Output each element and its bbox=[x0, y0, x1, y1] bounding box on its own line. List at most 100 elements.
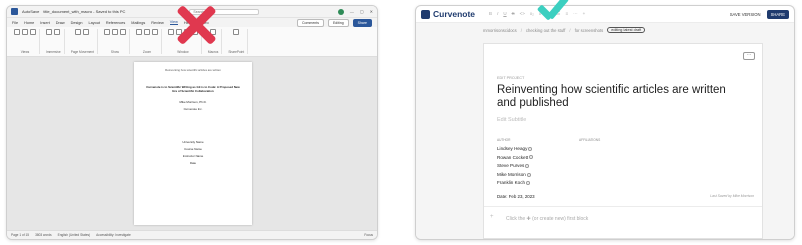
ribbon-group-zoom: Zoom bbox=[133, 29, 162, 54]
strikethrough-icon[interactable]: S bbox=[512, 11, 515, 17]
tab-mailings[interactable]: Mailings bbox=[131, 21, 145, 25]
breadcrumb-team[interactable]: mmorrisonscidocs bbox=[483, 28, 517, 33]
info-icon[interactable] bbox=[525, 163, 530, 168]
web-layout-icon[interactable] bbox=[30, 29, 36, 35]
ribbon-group-sharepoint: SharePoint bbox=[225, 29, 249, 54]
navigation-pane-checkbox[interactable] bbox=[119, 29, 126, 35]
document-name: title_document_with_macro - Saved to thi… bbox=[43, 9, 126, 14]
paper-institution: University Name bbox=[182, 140, 204, 144]
ribbon-group-views: Views bbox=[11, 29, 40, 54]
italic-icon[interactable]: I bbox=[497, 11, 498, 17]
more-options-icon[interactable]: ⋯ bbox=[743, 52, 755, 60]
group-label: Show bbox=[110, 50, 119, 54]
maximize-icon[interactable]: ▢ bbox=[360, 9, 364, 15]
edit-project-link[interactable]: EDIT PROJECT bbox=[497, 76, 524, 80]
author-header: AUTHOR bbox=[497, 138, 511, 142]
close-icon[interactable]: ✕ bbox=[370, 9, 373, 15]
read-mode-icon[interactable] bbox=[14, 29, 20, 35]
group-label: Page Movement bbox=[70, 50, 94, 54]
bold-icon[interactable]: B bbox=[489, 11, 492, 17]
avatar[interactable] bbox=[337, 8, 344, 15]
ribbon-group-show: Show bbox=[101, 29, 130, 54]
green-check-icon bbox=[533, 0, 573, 26]
vertical-icon[interactable] bbox=[75, 29, 82, 35]
language-status[interactable]: English (United States) bbox=[58, 233, 91, 237]
subtitle-field[interactable]: Edit Subtitle bbox=[497, 117, 526, 123]
share-button[interactable]: Share bbox=[352, 18, 372, 27]
accessibility-status[interactable]: Accessibility: Investigate bbox=[96, 233, 131, 237]
underline-icon[interactable]: U bbox=[503, 11, 506, 17]
author-name: Lindsey Heagy bbox=[497, 146, 528, 151]
curvenote-logo-icon bbox=[421, 9, 430, 19]
tab-references[interactable]: References bbox=[106, 21, 125, 25]
article-title[interactable]: Reinventing how scientific articles are … bbox=[497, 84, 737, 110]
empty-block-hint[interactable]: Click the ✚ (or create new) first block bbox=[506, 216, 588, 222]
group-label: SharePoint bbox=[228, 50, 245, 54]
author-list: Lindsey Heagy Rowan Cockett Steve Purves… bbox=[497, 145, 534, 188]
add-block-icon[interactable]: + bbox=[490, 214, 494, 220]
breadcrumb-project[interactable]: checking out the stuff bbox=[526, 28, 566, 33]
ribbon-group-page-movement: Page Movement bbox=[68, 29, 98, 54]
author-item[interactable]: Franklin Koch bbox=[497, 179, 533, 188]
draft-badge[interactable]: editing latest draft bbox=[607, 27, 646, 33]
word-logo-icon bbox=[11, 8, 18, 15]
author-item[interactable]: Lindsey Heagy bbox=[497, 145, 533, 154]
gridlines-checkbox[interactable] bbox=[111, 29, 118, 35]
immersive-reader-icon[interactable] bbox=[54, 29, 61, 35]
paper-instructor: Instructor Name bbox=[182, 154, 204, 158]
word-count[interactable]: 3803 words bbox=[35, 233, 51, 237]
autosave-label[interactable]: AutoSave bbox=[22, 9, 39, 14]
tab-review[interactable]: Review bbox=[151, 21, 163, 25]
document-page[interactable]: Reinventing how scientific articles are … bbox=[134, 62, 252, 225]
window-controls: — ▢ ✕ bbox=[337, 8, 373, 15]
author-name: Mike Morrison bbox=[497, 171, 526, 177]
curvenote-logo[interactable]: Curvenote bbox=[421, 9, 475, 19]
info-icon[interactable] bbox=[526, 181, 531, 186]
tab-home[interactable]: Home bbox=[24, 21, 34, 25]
ribbon-group-immersive: Immersive bbox=[43, 29, 65, 54]
tab-design[interactable]: Design bbox=[71, 21, 83, 25]
group-label: Immersive bbox=[46, 50, 61, 54]
add-icon[interactable]: + bbox=[583, 11, 586, 17]
paper-author: Mike Morrison, Ph.D. bbox=[179, 100, 207, 104]
article-date[interactable]: Date: Feb 23, 2023 bbox=[497, 194, 535, 199]
properties-icon[interactable] bbox=[233, 29, 240, 35]
curvenote-window: Curvenote B I U S <> x₂ x² ⚭ ☰ ≡ ⋯ + SAV… bbox=[415, 5, 795, 240]
article-card: ⋯ EDIT PROJECT Reinventing how scientifi… bbox=[483, 43, 763, 239]
focus-button[interactable]: Focus bbox=[364, 233, 373, 237]
paper-title: Curvenote is to Scientific Writing as Gi… bbox=[146, 85, 240, 93]
tab-insert[interactable]: Insert bbox=[40, 21, 50, 25]
comments-button[interactable]: Comments bbox=[297, 18, 324, 27]
author-item[interactable]: Rowan Cockett bbox=[497, 154, 534, 163]
group-label: Window bbox=[177, 50, 189, 54]
tab-draw[interactable]: Draw bbox=[56, 21, 65, 25]
info-icon[interactable] bbox=[526, 172, 531, 177]
breadcrumb-article[interactable]: for screenshots bbox=[575, 28, 604, 33]
author-item[interactable]: Mike Morrison bbox=[497, 171, 533, 180]
one-page-icon[interactable] bbox=[151, 29, 158, 35]
minimize-icon[interactable]: — bbox=[350, 9, 354, 15]
zoom-icon[interactable] bbox=[135, 29, 142, 35]
focus-icon[interactable] bbox=[46, 29, 53, 35]
tab-file[interactable]: File bbox=[12, 21, 18, 25]
share-button[interactable]: SHARE bbox=[766, 9, 789, 19]
tab-layout[interactable]: Layout bbox=[88, 21, 99, 25]
author-item[interactable]: Steve Purves bbox=[497, 162, 533, 171]
more-icon[interactable]: ⋯ bbox=[573, 11, 578, 17]
100-percent-icon[interactable] bbox=[143, 29, 150, 35]
editor-area: mmorrisonscidocs / checking out the stuf… bbox=[416, 23, 794, 239]
divider bbox=[484, 206, 762, 207]
info-icon[interactable] bbox=[528, 146, 533, 151]
save-version-button[interactable]: SAVE VERSION bbox=[730, 12, 761, 17]
side-to-side-icon[interactable] bbox=[83, 29, 90, 35]
ruler-checkbox[interactable] bbox=[103, 29, 110, 35]
paper-course: Course Name bbox=[184, 147, 202, 151]
info-icon[interactable] bbox=[529, 155, 534, 160]
curvenote-toolbar: Curvenote B I U S <> x₂ x² ⚭ ☰ ≡ ⋯ + SAV… bbox=[416, 6, 794, 23]
paper-date: Date bbox=[189, 161, 197, 165]
document-canvas: Reinventing how scientific articles are … bbox=[7, 57, 377, 230]
code-icon[interactable]: <> bbox=[520, 11, 525, 17]
print-layout-icon[interactable] bbox=[22, 29, 28, 35]
page-count[interactable]: Page 1 of 15 bbox=[11, 233, 29, 237]
editing-button[interactable]: Editing bbox=[327, 18, 349, 27]
